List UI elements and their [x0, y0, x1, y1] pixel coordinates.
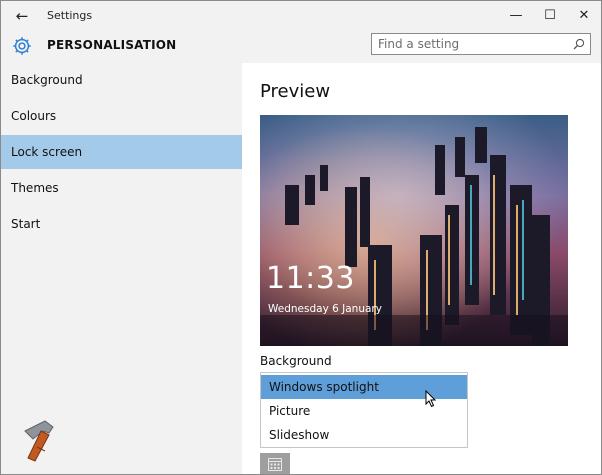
window-title: Settings — [47, 9, 93, 22]
sidebar-item-start[interactable]: Start — [1, 207, 242, 241]
main-content: Preview 11:33 Wednesday 6 January Backgr… — [242, 63, 601, 474]
search-icon[interactable] — [573, 38, 585, 50]
option-slideshow[interactable]: Slideshow — [261, 423, 467, 447]
close-button[interactable]: ✕ — [567, 1, 601, 31]
sidebar-item-label: Start — [11, 217, 41, 231]
search-input[interactable] — [378, 36, 568, 52]
sidebar: Background Colours Lock screen Themes St… — [1, 63, 242, 474]
back-button[interactable]: ← — [13, 7, 31, 25]
sidebar-item-label: Themes — [11, 181, 59, 195]
sidebar-item-colours[interactable]: Colours — [1, 99, 242, 133]
search-box[interactable] — [371, 33, 591, 55]
maximize-button[interactable]: ☐ — [533, 1, 567, 31]
sidebar-item-lock-screen[interactable]: Lock screen — [1, 135, 242, 169]
calendar-icon — [268, 458, 282, 471]
sidebar-item-label: Lock screen — [11, 145, 83, 159]
mouse-cursor-icon — [425, 390, 437, 408]
preview-title: Preview — [260, 81, 331, 102]
sidebar-item-label: Background — [11, 73, 83, 87]
minimize-button[interactable]: — — [499, 1, 533, 31]
page-title: PERSONALISATION — [47, 38, 177, 52]
hammer-logo-icon — [24, 420, 54, 462]
background-dropdown[interactable]: Windows spotlight Picture Slideshow — [260, 372, 468, 448]
sidebar-item-label: Colours — [11, 109, 57, 123]
calendar-app-button[interactable] — [260, 453, 290, 474]
option-label: Windows spotlight — [269, 380, 379, 394]
background-label: Background — [260, 354, 332, 368]
lock-screen-date: Wednesday 6 January — [268, 303, 382, 315]
gear-icon — [13, 37, 31, 55]
option-label: Slideshow — [269, 428, 330, 442]
settings-window: ← Settings — ☐ ✕ PERSONALISATION Backgro… — [0, 0, 602, 475]
lock-screen-time: 11:33 — [266, 261, 355, 296]
page-header: PERSONALISATION — [1, 31, 601, 63]
title-bar: ← Settings — ☐ ✕ — [1, 1, 601, 31]
option-label: Picture — [269, 404, 311, 418]
sidebar-item-themes[interactable]: Themes — [1, 171, 242, 205]
lock-screen-preview: 11:33 Wednesday 6 January — [260, 115, 568, 346]
sidebar-item-background[interactable]: Background — [1, 63, 242, 97]
